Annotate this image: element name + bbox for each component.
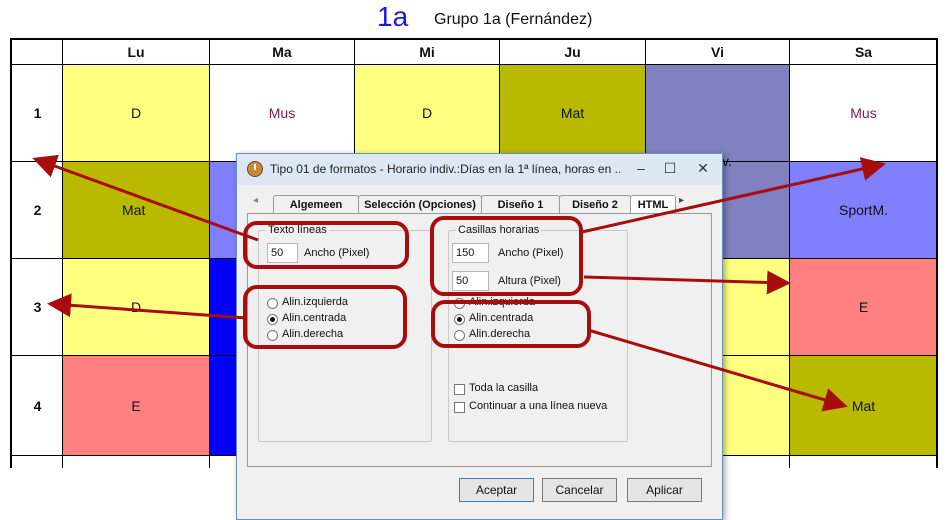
arrow-to-cell-text — [587, 328, 848, 412]
arrow-to-cell-height — [583, 270, 791, 295]
arrow-to-cell-width — [581, 157, 886, 234]
arrow-to-period-column — [32, 154, 259, 242]
annotation-arrows — [32, 154, 886, 412]
arrow-to-period-number — [47, 293, 248, 320]
